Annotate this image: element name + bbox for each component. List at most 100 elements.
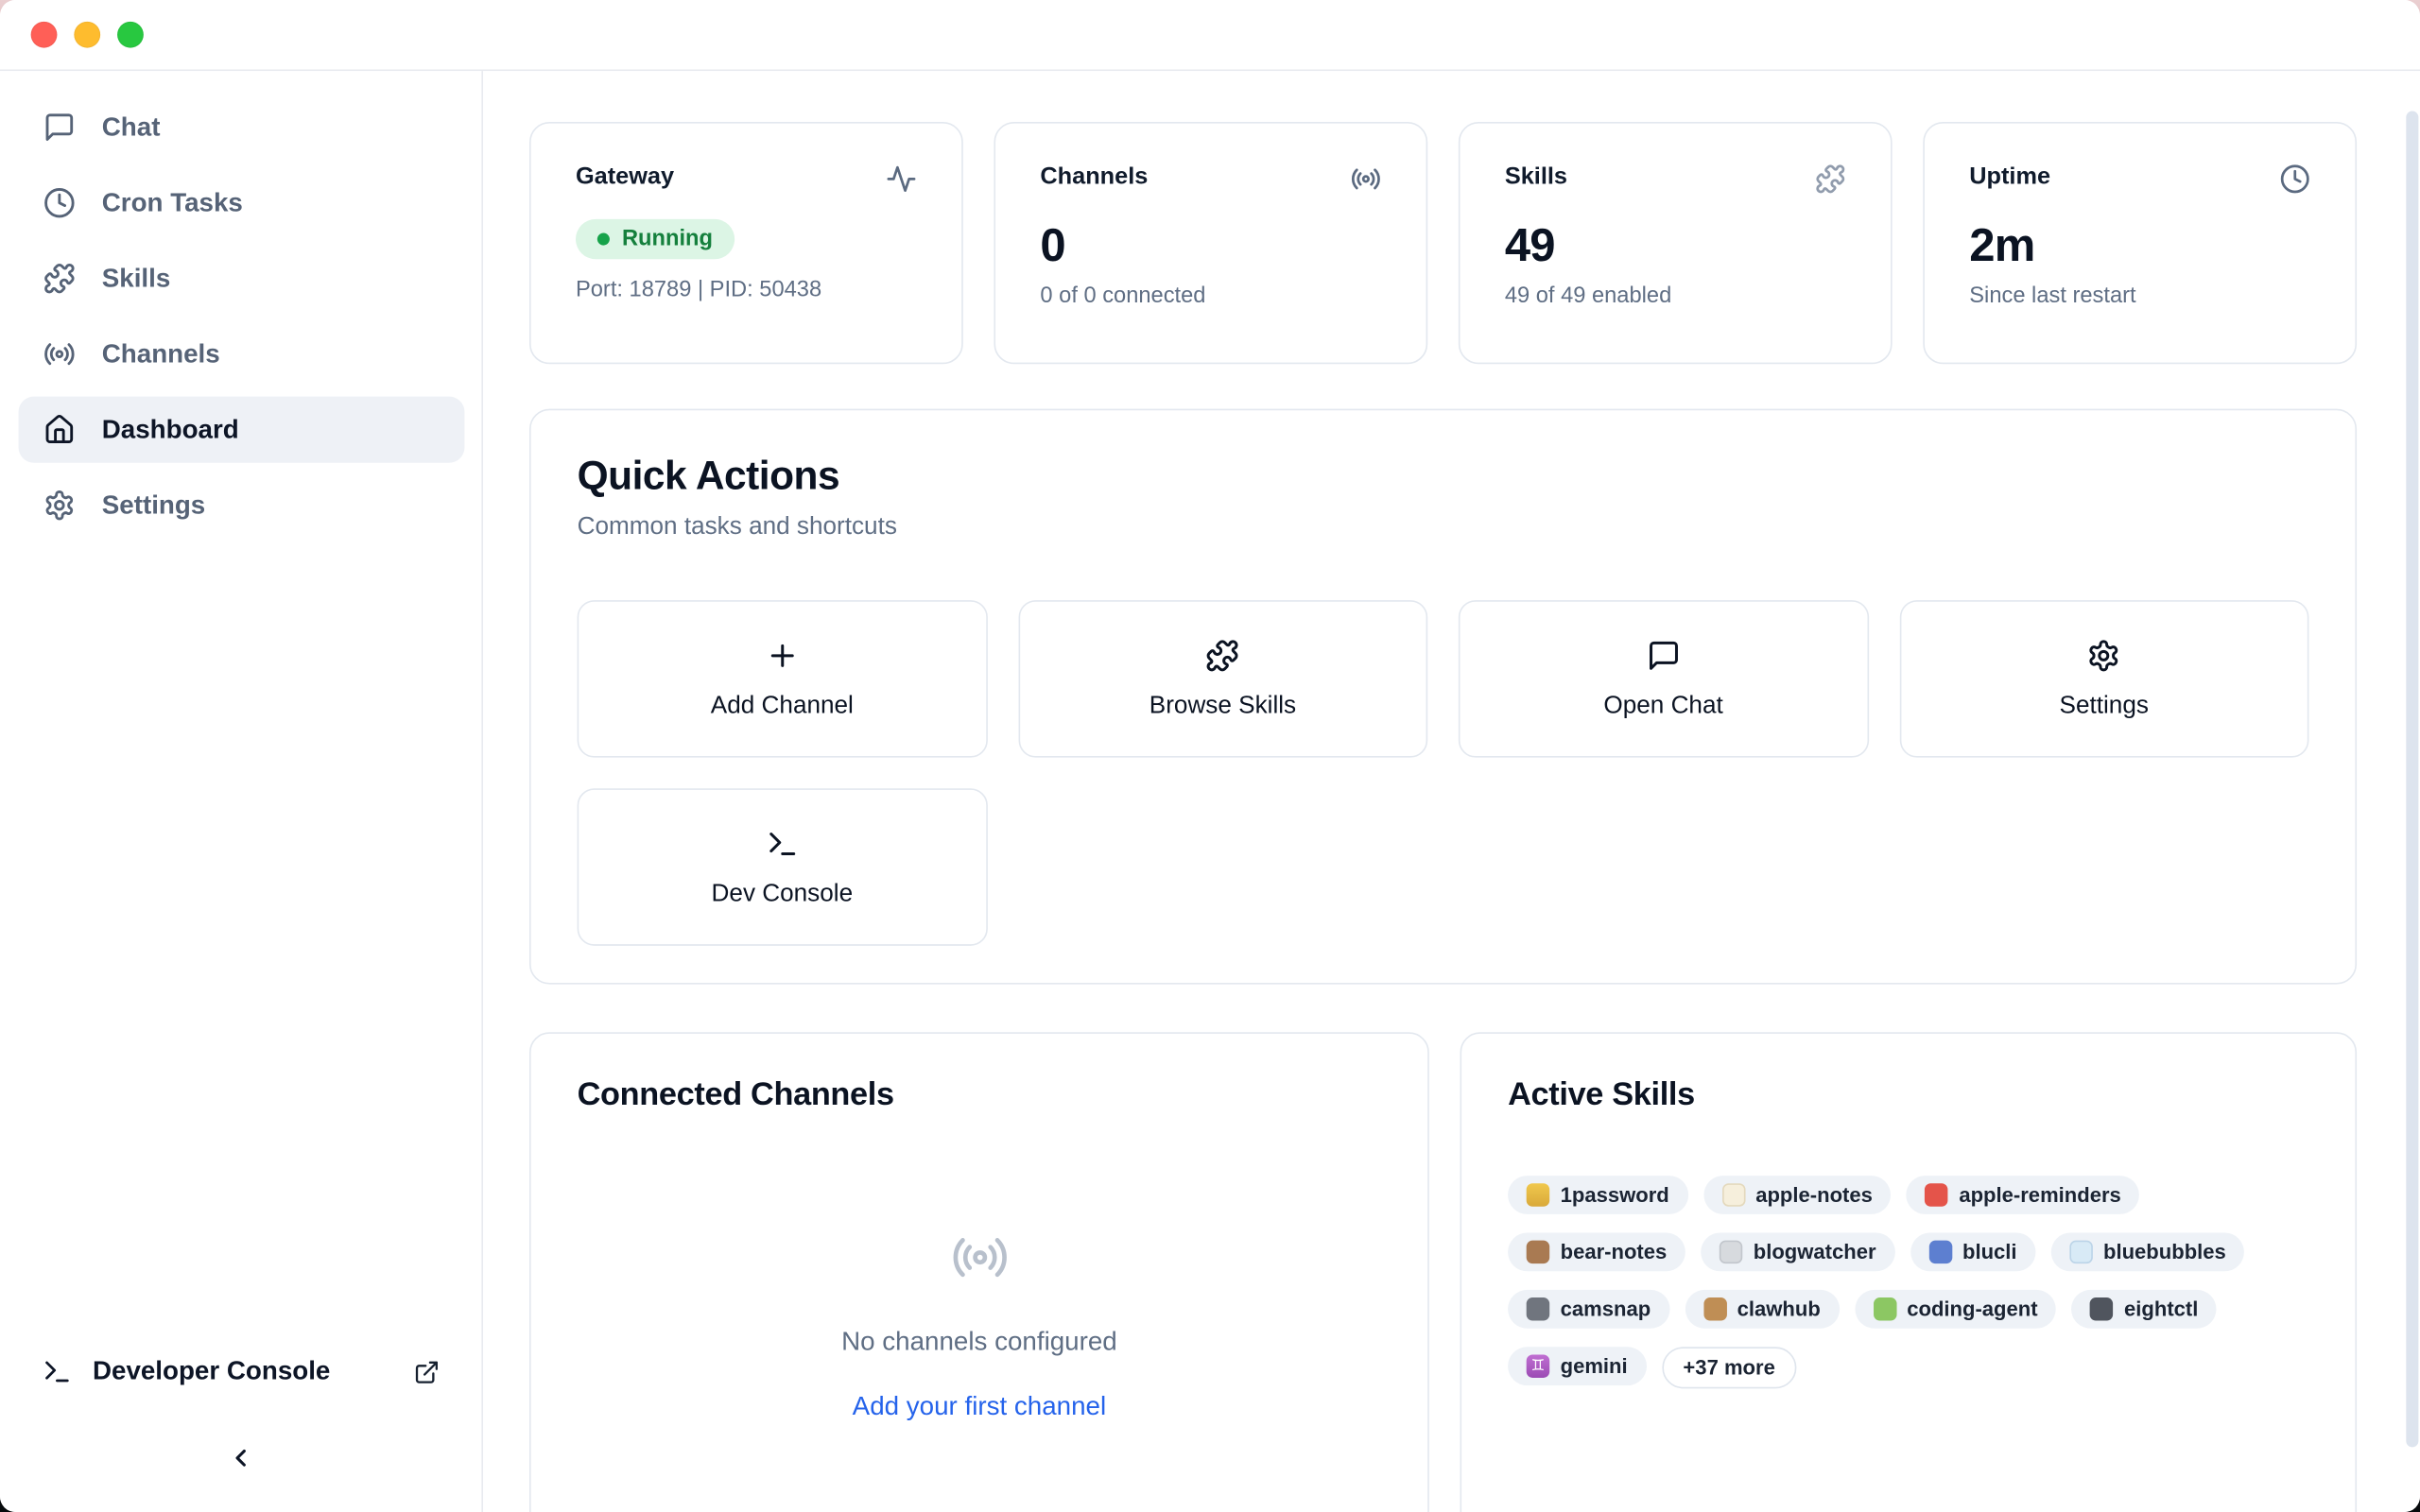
package-emoji-icon [1703,1297,1726,1320]
close-button[interactable] [31,22,58,48]
skills-value: 49 [1505,219,1846,275]
gateway-details: Port: 18789 | PID: 50438 [576,278,917,302]
skills-subtext: 49 of 49 enabled [1505,284,1846,308]
skill-badge[interactable]: apple-reminders [1907,1176,2140,1214]
skill-badge[interactable]: camsnap [1508,1290,1669,1329]
developer-console-label: Developer Console [93,1356,330,1387]
home-icon [43,414,76,446]
camera-emoji-icon [1527,1297,1549,1320]
stats-row: Gateway Running Port: 18789 | PID: 50438… [529,122,2357,364]
terminal-icon [42,1356,73,1387]
active-skills-card: Active Skills 1password apple-notes appl… [1460,1032,2357,1512]
puzzle-icon [43,263,76,295]
channels-title: Channels [1040,163,1148,191]
bubbles-emoji-icon [2069,1241,2092,1263]
clock-icon [43,187,76,219]
skill-badge[interactable]: clawhub [1685,1290,1839,1329]
chat-icon [1647,638,1681,672]
gateway-title: Gateway [576,163,674,191]
bottom-row: Connected Channels No channels configure… [529,1032,2357,1512]
quick-actions-title: Quick Actions [578,451,2309,500]
skill-badge[interactable]: coding-agent [1855,1290,2056,1329]
memo-emoji-icon [1721,1183,1744,1206]
settings-button[interactable]: Settings [1899,600,2308,758]
chevron-left-icon [227,1444,254,1471]
open-chat-button[interactable]: Open Chat [1459,600,1868,758]
gateway-status-badge: Running [576,219,735,259]
gear-icon [43,490,76,522]
blueberries-emoji-icon [1928,1241,1951,1263]
puzzle-emoji-icon [1873,1297,1895,1320]
puzzle-icon [1206,638,1240,672]
alarm-emoji-icon [1925,1183,1947,1206]
terminal-icon [765,826,799,860]
knobs-emoji-icon [2090,1297,2113,1320]
skill-badge[interactable]: blogwatcher [1701,1232,1894,1271]
sidebar-item-label: Settings [102,490,205,521]
minimize-button[interactable] [74,22,100,48]
developer-console-link[interactable]: Developer Console [42,1356,440,1387]
external-link-icon[interactable] [414,1359,441,1385]
clock-icon [2279,163,2310,195]
channels-card: Channels 0 0 of 0 connected [994,122,1427,364]
app-window: Chat Cron Tasks Skills Channels [0,0,2420,1512]
skill-badge[interactable]: ♊gemini [1508,1347,1646,1385]
channels-empty-state: No channels configured Add your first ch… [578,1114,1382,1423]
sidebar-collapse-button[interactable] [42,1444,440,1471]
dev-console-button[interactable]: Dev Console [578,788,987,946]
browse-skills-button[interactable]: Browse Skills [1018,600,1427,758]
skill-badge[interactable]: eightctl [2072,1290,2217,1329]
sidebar-item-label: Chat [102,112,161,143]
scrollbar-thumb[interactable] [2406,112,2418,1448]
skills-badge-list: 1password apple-notes apple-reminders be… [1508,1176,2308,1388]
sidebar-item-settings[interactable]: Settings [19,472,465,539]
skill-badge[interactable]: blucli [1910,1232,2035,1271]
quick-actions-panel: Quick Actions Common tasks and shortcuts… [529,409,2357,985]
add-channel-button[interactable]: Add Channel [578,600,987,758]
gateway-status-label: Running [622,227,713,251]
sidebar-item-cron-tasks[interactable]: Cron Tasks [19,170,465,236]
sidebar-footer: Developer Console [0,1356,481,1512]
connected-channels-title: Connected Channels [578,1077,1382,1114]
uptime-title: Uptime [1969,163,2050,191]
more-skills-button[interactable]: +37 more [1662,1347,1797,1388]
puzzle-icon [1815,163,1846,195]
add-first-channel-link[interactable]: Add your first channel [853,1392,1106,1423]
sidebar-item-label: Cron Tasks [102,187,243,218]
sidebar-item-label: Dashboard [102,414,239,445]
gemini-emoji-icon: ♊ [1527,1354,1549,1377]
connected-channels-card: Connected Channels No channels configure… [529,1032,1429,1512]
sidebar-nav: Chat Cron Tasks Skills Channels [0,71,481,547]
skill-badge[interactable]: bear-notes [1508,1232,1685,1271]
empty-message: No channels configured [841,1327,1117,1358]
sidebar-item-chat[interactable]: Chat [19,94,465,161]
zoom-button[interactable] [117,22,144,48]
sidebar-item-dashboard[interactable]: Dashboard [19,397,465,463]
channels-value: 0 [1040,219,1381,275]
quick-actions-grid: Add Channel Browse Skills Open Chat [578,600,2309,946]
bear-emoji-icon [1527,1241,1549,1263]
skills-title: Skills [1505,163,1567,191]
radio-icon [1351,163,1382,195]
radio-icon [950,1228,1009,1287]
skill-badge[interactable]: apple-notes [1703,1176,1892,1214]
main-content: Gateway Running Port: 18789 | PID: 50438… [483,71,2420,1512]
sidebar-item-channels[interactable]: Channels [19,321,465,387]
sidebar: Chat Cron Tasks Skills Channels [0,71,483,1512]
uptime-card: Uptime 2m Since last restart [1923,122,2357,364]
sidebar-item-label: Skills [102,263,171,294]
plus-icon [765,638,799,672]
uptime-subtext: Since last restart [1969,284,2310,308]
chat-icon [43,112,76,144]
quick-actions-subtitle: Common tasks and shortcuts [578,514,2309,541]
gear-icon [2087,638,2121,672]
skill-badge[interactable]: bluebubbles [2050,1232,2244,1271]
radio-icon [43,338,76,370]
lock-emoji-icon [1527,1183,1549,1206]
sidebar-item-label: Channels [102,338,220,369]
activity-icon [886,163,917,195]
active-skills-title: Active Skills [1508,1077,2308,1114]
skill-badge[interactable]: 1password [1508,1176,1687,1214]
uptime-value: 2m [1969,219,2310,275]
sidebar-item-skills[interactable]: Skills [19,246,465,312]
